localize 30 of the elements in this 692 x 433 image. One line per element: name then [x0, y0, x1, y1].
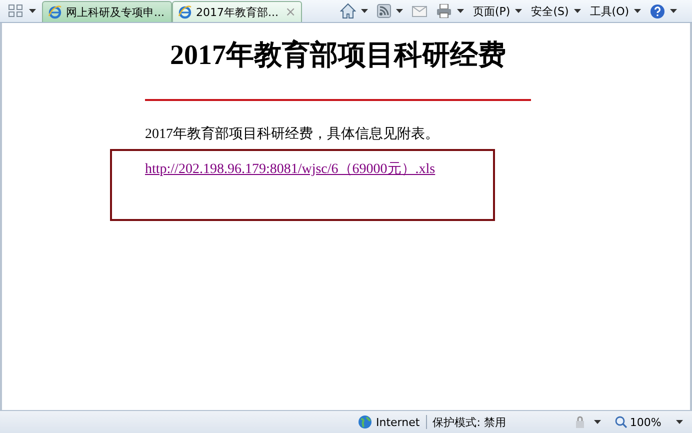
intro-text: 2017年教育部项目科研经费，具体信息见附表。 [145, 125, 440, 143]
caret-icon[interactable] [457, 9, 464, 13]
caret-icon[interactable] [670, 9, 678, 13]
globe-icon [358, 415, 372, 429]
browser-tab[interactable]: 网上科研及专项申... [42, 1, 172, 22]
browser-icon [48, 5, 62, 19]
menu-button[interactable]: 页面(P) [473, 4, 510, 18]
caret-icon[interactable] [574, 9, 581, 13]
menu-button[interactable]: 工具(O) [590, 4, 630, 18]
caret-icon[interactable] [634, 9, 642, 13]
printer-icon[interactable] [436, 4, 452, 18]
caret-icon[interactable] [594, 420, 601, 424]
zoom-icon[interactable] [614, 416, 627, 428]
home-icon[interactable] [340, 3, 356, 19]
caret-icon[interactable] [676, 420, 684, 424]
protected-mode-label: 保护模式: 禁用 [432, 414, 506, 430]
caret-icon[interactable] [515, 9, 522, 13]
quick-tabs-icon[interactable] [8, 4, 24, 18]
zoom-level[interactable]: 100% [630, 416, 662, 428]
caret-icon[interactable] [361, 9, 368, 13]
attachment-link[interactable]: http://202.198.96.179:8081/wjsc/6（69000元）.xls [145, 160, 436, 178]
zone-label: Internet [376, 416, 420, 428]
caret-icon[interactable] [396, 9, 403, 13]
caret-icon[interactable] [29, 9, 36, 13]
menu-button[interactable]: 安全(S) [531, 4, 569, 18]
browser-tab[interactable]: 2017年教育部... × [172, 1, 302, 22]
browser-icon [178, 5, 192, 19]
help-icon[interactable] [650, 4, 666, 18]
page-heading: 2017年教育部项目科研经费 [169, 40, 507, 72]
feed-icon[interactable] [377, 4, 391, 18]
